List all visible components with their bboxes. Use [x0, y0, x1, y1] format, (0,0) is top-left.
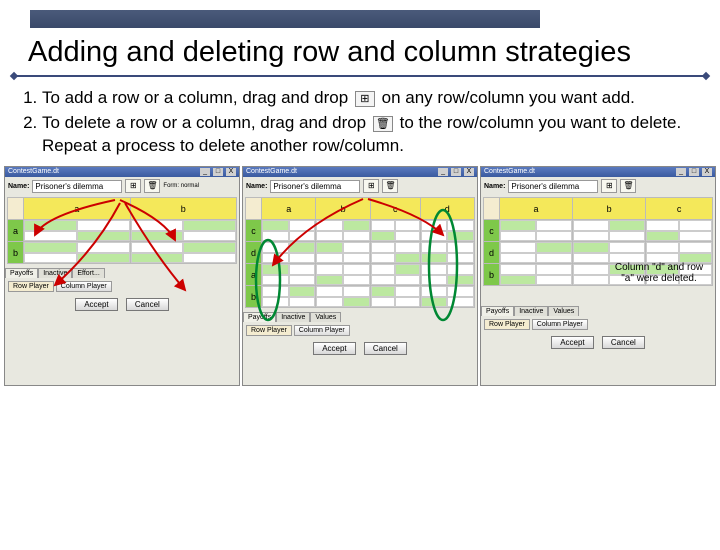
col-d[interactable]: d: [420, 198, 474, 220]
name-label: Name:: [484, 183, 505, 190]
tab-values[interactable]: Values: [548, 306, 579, 316]
row-b[interactable]: b: [484, 264, 500, 286]
row-a2[interactable]: a: [246, 264, 262, 286]
accept-button[interactable]: Accept: [551, 336, 593, 349]
name-input[interactable]: [32, 180, 122, 193]
col-b[interactable]: b: [573, 198, 646, 220]
close-button[interactable]: X: [702, 168, 712, 176]
row-c[interactable]: c: [246, 220, 262, 242]
row-c[interactable]: c: [484, 220, 500, 242]
maximize-button[interactable]: □: [689, 168, 699, 176]
tab-inactive[interactable]: Inactive: [38, 268, 72, 278]
title-underline: [14, 75, 706, 77]
column-player-button[interactable]: Column Player: [532, 319, 588, 330]
add-icon: ⊞: [355, 91, 375, 107]
col-b[interactable]: b: [316, 198, 370, 220]
add-strategy-icon[interactable]: ⊞: [601, 179, 617, 193]
payoff-grid-1: ab a b: [7, 197, 237, 264]
tab-payoffs[interactable]: Payoffs: [481, 306, 514, 316]
screenshot-2: ContestGame.dt _ □ X Name: ⊞ 🗑 a b c d c: [242, 166, 478, 386]
tab-values[interactable]: Values: [310, 312, 341, 322]
payoff-grid-2: a b c d c d a: [245, 197, 475, 308]
name-label: Name:: [246, 183, 267, 190]
window-title-text: ContestGame.dt: [246, 168, 297, 176]
maximize-button[interactable]: □: [213, 168, 223, 176]
minimize-button[interactable]: _: [200, 168, 210, 176]
col-c[interactable]: c: [370, 198, 420, 220]
column-player-button[interactable]: Column Player: [294, 325, 350, 336]
cancel-button[interactable]: Cancel: [364, 342, 407, 355]
row-d[interactable]: d: [246, 242, 262, 264]
row-b2[interactable]: b: [246, 286, 262, 308]
row-player-button[interactable]: Row Player: [484, 319, 530, 330]
close-button[interactable]: X: [464, 168, 474, 176]
row-b[interactable]: b: [8, 242, 24, 264]
window-title-text: ContestGame.dt: [484, 168, 535, 176]
window-title-text: ContestGame.dt: [8, 168, 59, 176]
annotation-text: Column "d" and row "a" were deleted.: [609, 262, 709, 284]
row-d[interactable]: d: [484, 242, 500, 264]
minimize-button[interactable]: _: [676, 168, 686, 176]
name-input[interactable]: [508, 180, 598, 193]
minimize-button[interactable]: _: [438, 168, 448, 176]
cancel-button[interactable]: Cancel: [126, 298, 169, 311]
row-player-button[interactable]: Row Player: [246, 325, 292, 336]
screenshot-3: ContestGame.dt _ □ X Name: ⊞ 🗑 a b c c: [480, 166, 716, 386]
instruction-list: To add a row or a column, drag and drop …: [0, 77, 720, 166]
window-titlebar: ContestGame.dt _ □ X: [5, 167, 239, 177]
name-input[interactable]: [270, 180, 360, 193]
screenshots-row: ContestGame.dt _ □ X Name: ⊞ 🗑 Form: nor…: [0, 166, 720, 386]
col-a[interactable]: a: [24, 198, 131, 220]
step1-text-b: on any row/column you want add.: [382, 88, 635, 107]
column-player-button[interactable]: Column Player: [56, 281, 112, 292]
add-strategy-icon[interactable]: ⊞: [363, 179, 379, 193]
slide-accent-bar: [30, 10, 540, 28]
delete-strategy-icon[interactable]: 🗑: [382, 179, 398, 193]
col-a[interactable]: a: [500, 198, 573, 220]
col-c[interactable]: c: [646, 198, 713, 220]
row-a[interactable]: a: [8, 220, 24, 242]
tab-effort[interactable]: Effort...: [72, 268, 104, 278]
screenshot-1: ContestGame.dt _ □ X Name: ⊞ 🗑 Form: nor…: [4, 166, 240, 386]
tab-inactive[interactable]: Inactive: [276, 312, 310, 322]
col-a[interactable]: a: [262, 198, 316, 220]
page-title: Adding and deleting row and column strat…: [0, 28, 720, 73]
tab-payoffs[interactable]: Payoffs: [5, 268, 38, 278]
delete-strategy-icon[interactable]: 🗑: [620, 179, 636, 193]
tab-payoffs[interactable]: Payoffs: [243, 312, 276, 322]
step1-text-a: To add a row or a column, drag and drop: [42, 88, 353, 107]
instruction-1: To add a row or a column, drag and drop …: [42, 87, 692, 110]
cancel-button[interactable]: Cancel: [602, 336, 645, 349]
window-titlebar: ContestGame.dt _ □ X: [481, 167, 715, 177]
step2-text-a: To delete a row or a column, drag and dr…: [42, 113, 371, 132]
delete-strategy-icon[interactable]: 🗑: [144, 179, 160, 193]
accept-button[interactable]: Accept: [75, 298, 117, 311]
window-titlebar: ContestGame.dt _ □ X: [243, 167, 477, 177]
add-strategy-icon[interactable]: ⊞: [125, 179, 141, 193]
name-label: Name:: [8, 183, 29, 190]
close-button[interactable]: X: [226, 168, 236, 176]
instruction-2: To delete a row or a column, drag and dr…: [42, 112, 692, 158]
col-b[interactable]: b: [130, 198, 237, 220]
accept-button[interactable]: Accept: [313, 342, 355, 355]
trash-icon: 🗑: [373, 116, 393, 132]
row-player-button[interactable]: Row Player: [8, 281, 54, 292]
maximize-button[interactable]: □: [451, 168, 461, 176]
tab-inactive[interactable]: Inactive: [514, 306, 548, 316]
form-label: Form: normal: [163, 183, 199, 189]
